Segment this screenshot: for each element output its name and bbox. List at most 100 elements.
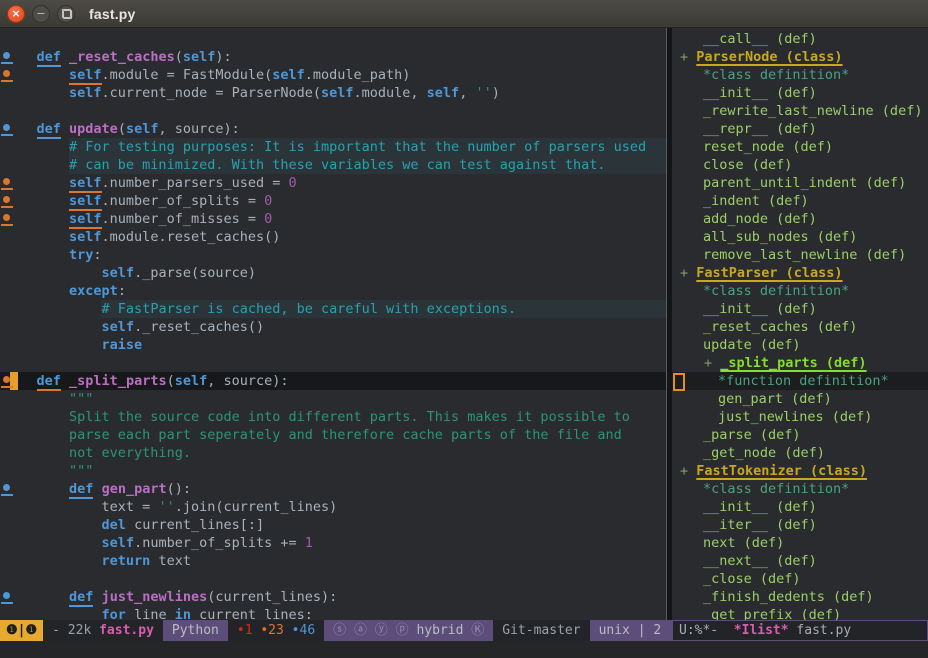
- code-line[interactable]: def just_newlines(current_lines):: [0, 588, 666, 606]
- outline-item[interactable]: remove_last_newline (def): [672, 246, 928, 264]
- outline-item[interactable]: just_newlines (def): [672, 408, 928, 426]
- lighter-icons: ⓢ ⓐ ⓨ ⓟ: [333, 623, 408, 638]
- editor-area: def _reset_caches(self): self.module = F…: [0, 28, 928, 620]
- code-line[interactable]: self.current_node = ParserNode(self.modu…: [0, 84, 666, 102]
- code-buffer[interactable]: def _reset_caches(self): self.module = F…: [0, 28, 666, 620]
- code-line[interactable]: text = ''.join(current_lines): [0, 498, 666, 516]
- code-line[interactable]: self.number_parsers_used = 0: [0, 174, 666, 192]
- outline-item[interactable]: _get_prefix (def): [672, 606, 928, 620]
- outline-item[interactable]: parent_until_indent (def): [672, 174, 928, 192]
- outline-item[interactable]: *class definition*: [672, 282, 928, 300]
- code-line[interactable]: try:: [0, 246, 666, 264]
- code-line[interactable]: # For testing purposes: It is important …: [0, 138, 666, 156]
- code-line-text: def _split_parts(self, source):: [4, 373, 289, 389]
- outline-item[interactable]: + _split_parts (def): [672, 354, 928, 372]
- code-line[interactable]: self.number_of_splits = 0: [0, 192, 666, 210]
- outline-item[interactable]: reset_node (def): [672, 138, 928, 156]
- fringe-marker-orange-icon: [3, 376, 10, 383]
- code-line[interactable]: self.number_of_splits += 1: [0, 534, 666, 552]
- outline-item[interactable]: close (def): [672, 156, 928, 174]
- code-line-text: """: [4, 463, 93, 479]
- code-line-text: self._reset_caches(): [4, 319, 264, 335]
- code-line[interactable]: # FastParser is cached, be careful with …: [0, 300, 666, 318]
- code-line[interactable]: del current_lines[:]: [0, 516, 666, 534]
- outline-item[interactable]: _get_node (def): [672, 444, 928, 462]
- outline-item[interactable]: update (def): [672, 336, 928, 354]
- code-line[interactable]: def gen_part():: [0, 480, 666, 498]
- code-line-text: # can be minimized. With these variables…: [4, 157, 605, 173]
- outline-item[interactable]: + FastParser (class): [672, 264, 928, 282]
- code-line[interactable]: """: [0, 390, 666, 408]
- code-line-text: raise: [4, 337, 142, 353]
- outline-item[interactable]: __call__ (def): [672, 30, 928, 48]
- code-line[interactable]: self._parse(source): [0, 264, 666, 282]
- expand-icon[interactable]: +: [680, 463, 696, 479]
- major-mode-indicator[interactable]: Python: [163, 620, 228, 641]
- code-line[interactable]: raise: [0, 336, 666, 354]
- vc-branch[interactable]: Git-master: [493, 620, 589, 641]
- code-line[interactable]: parse each part seperately and therefore…: [0, 426, 666, 444]
- flycheck-count: •23: [253, 623, 284, 638]
- outline-items: __call__ (def)+ ParserNode (class)*class…: [672, 30, 928, 620]
- code-line-text: self.module.reset_caches(): [4, 229, 280, 245]
- expand-icon[interactable]: +: [704, 355, 720, 371]
- buffer-info[interactable]: - 22k fast.py: [43, 620, 163, 641]
- outline-item[interactable]: + ParserNode (class): [672, 48, 928, 66]
- outline-item[interactable]: gen_part (def): [672, 390, 928, 408]
- code-line[interactable]: [0, 570, 666, 588]
- outline-item[interactable]: all_sub_nodes (def): [672, 228, 928, 246]
- code-line[interactable]: [0, 354, 666, 372]
- code-line-text: # For testing purposes: It is important …: [4, 139, 646, 155]
- outline-item[interactable]: __init__ (def): [672, 498, 928, 516]
- outline-item[interactable]: _finish_dedents (def): [672, 588, 928, 606]
- code-line[interactable]: self._reset_caches(): [0, 318, 666, 336]
- minor-mode-lighters[interactable]: ⓢ ⓐ ⓨ ⓟ hybrid Ⓚ: [324, 620, 493, 641]
- flycheck-count: •46: [284, 623, 315, 638]
- close-button[interactable]: ×: [7, 5, 25, 23]
- outline-item[interactable]: next (def): [672, 534, 928, 552]
- outline-item[interactable]: _indent (def): [672, 192, 928, 210]
- outline-item[interactable]: __repr__ (def): [672, 120, 928, 138]
- outline-item[interactable]: __iter__ (def): [672, 516, 928, 534]
- code-line-text: def _reset_caches(self):: [4, 49, 232, 65]
- outline-item[interactable]: *class definition*: [672, 66, 928, 84]
- code-line[interactable]: [0, 102, 666, 120]
- outline-item[interactable]: _parse (def): [672, 426, 928, 444]
- code-line[interactable]: self.module.reset_caches(): [0, 228, 666, 246]
- code-line[interactable]: for line in current_lines:: [0, 606, 666, 620]
- outline-item[interactable]: *class definition*: [672, 480, 928, 498]
- code-line[interactable]: # can be minimized. With these variables…: [0, 156, 666, 174]
- code-line[interactable]: def _reset_caches(self):: [0, 48, 666, 66]
- flycheck-counts[interactable]: •1 •23 •46: [228, 620, 324, 641]
- code-line[interactable]: def _split_parts(self, source):: [0, 372, 666, 390]
- expand-icon[interactable]: +: [680, 265, 696, 281]
- code-line[interactable]: [0, 30, 666, 48]
- outline-item[interactable]: _rewrite_last_newline (def): [672, 102, 928, 120]
- outline-item[interactable]: __init__ (def): [672, 300, 928, 318]
- outline-item[interactable]: _close (def): [672, 570, 928, 588]
- code-line[interactable]: self.number_of_misses = 0: [0, 210, 666, 228]
- outline-item-label: *class definition*: [703, 481, 849, 497]
- outline-item[interactable]: *function definition*: [672, 372, 928, 390]
- code-line[interactable]: def update(self, source):: [0, 120, 666, 138]
- maximize-button[interactable]: [57, 5, 75, 23]
- outline-item-label: __iter__ (def): [703, 517, 817, 533]
- modeline-active: ❶|❶ - 22k fast.py Python •1 •23 •46 ⓢ ⓐ …: [0, 620, 672, 641]
- code-line[interactable]: except:: [0, 282, 666, 300]
- outline-item[interactable]: __init__ (def): [672, 84, 928, 102]
- outline-item[interactable]: + FastTokenizer (class): [672, 462, 928, 480]
- expand-icon[interactable]: +: [680, 49, 696, 65]
- echo-area[interactable]: [0, 641, 928, 658]
- outline-item[interactable]: add_node (def): [672, 210, 928, 228]
- imenu-list-panel[interactable]: __call__ (def)+ ParserNode (class)*class…: [672, 28, 928, 620]
- code-line[interactable]: return text: [0, 552, 666, 570]
- outline-item[interactable]: __next__ (def): [672, 552, 928, 570]
- code-line[interactable]: Split the source code into different par…: [0, 408, 666, 426]
- code-line[interactable]: self.module = FastModule(self.module_pat…: [0, 66, 666, 84]
- code-line[interactable]: """: [0, 462, 666, 480]
- outline-item[interactable]: _reset_caches (def): [672, 318, 928, 336]
- code-line[interactable]: not everything.: [0, 444, 666, 462]
- code-line-text: def gen_part():: [4, 481, 191, 497]
- outline-item-label: __call__ (def): [703, 31, 817, 47]
- minimize-button[interactable]: −: [32, 5, 50, 23]
